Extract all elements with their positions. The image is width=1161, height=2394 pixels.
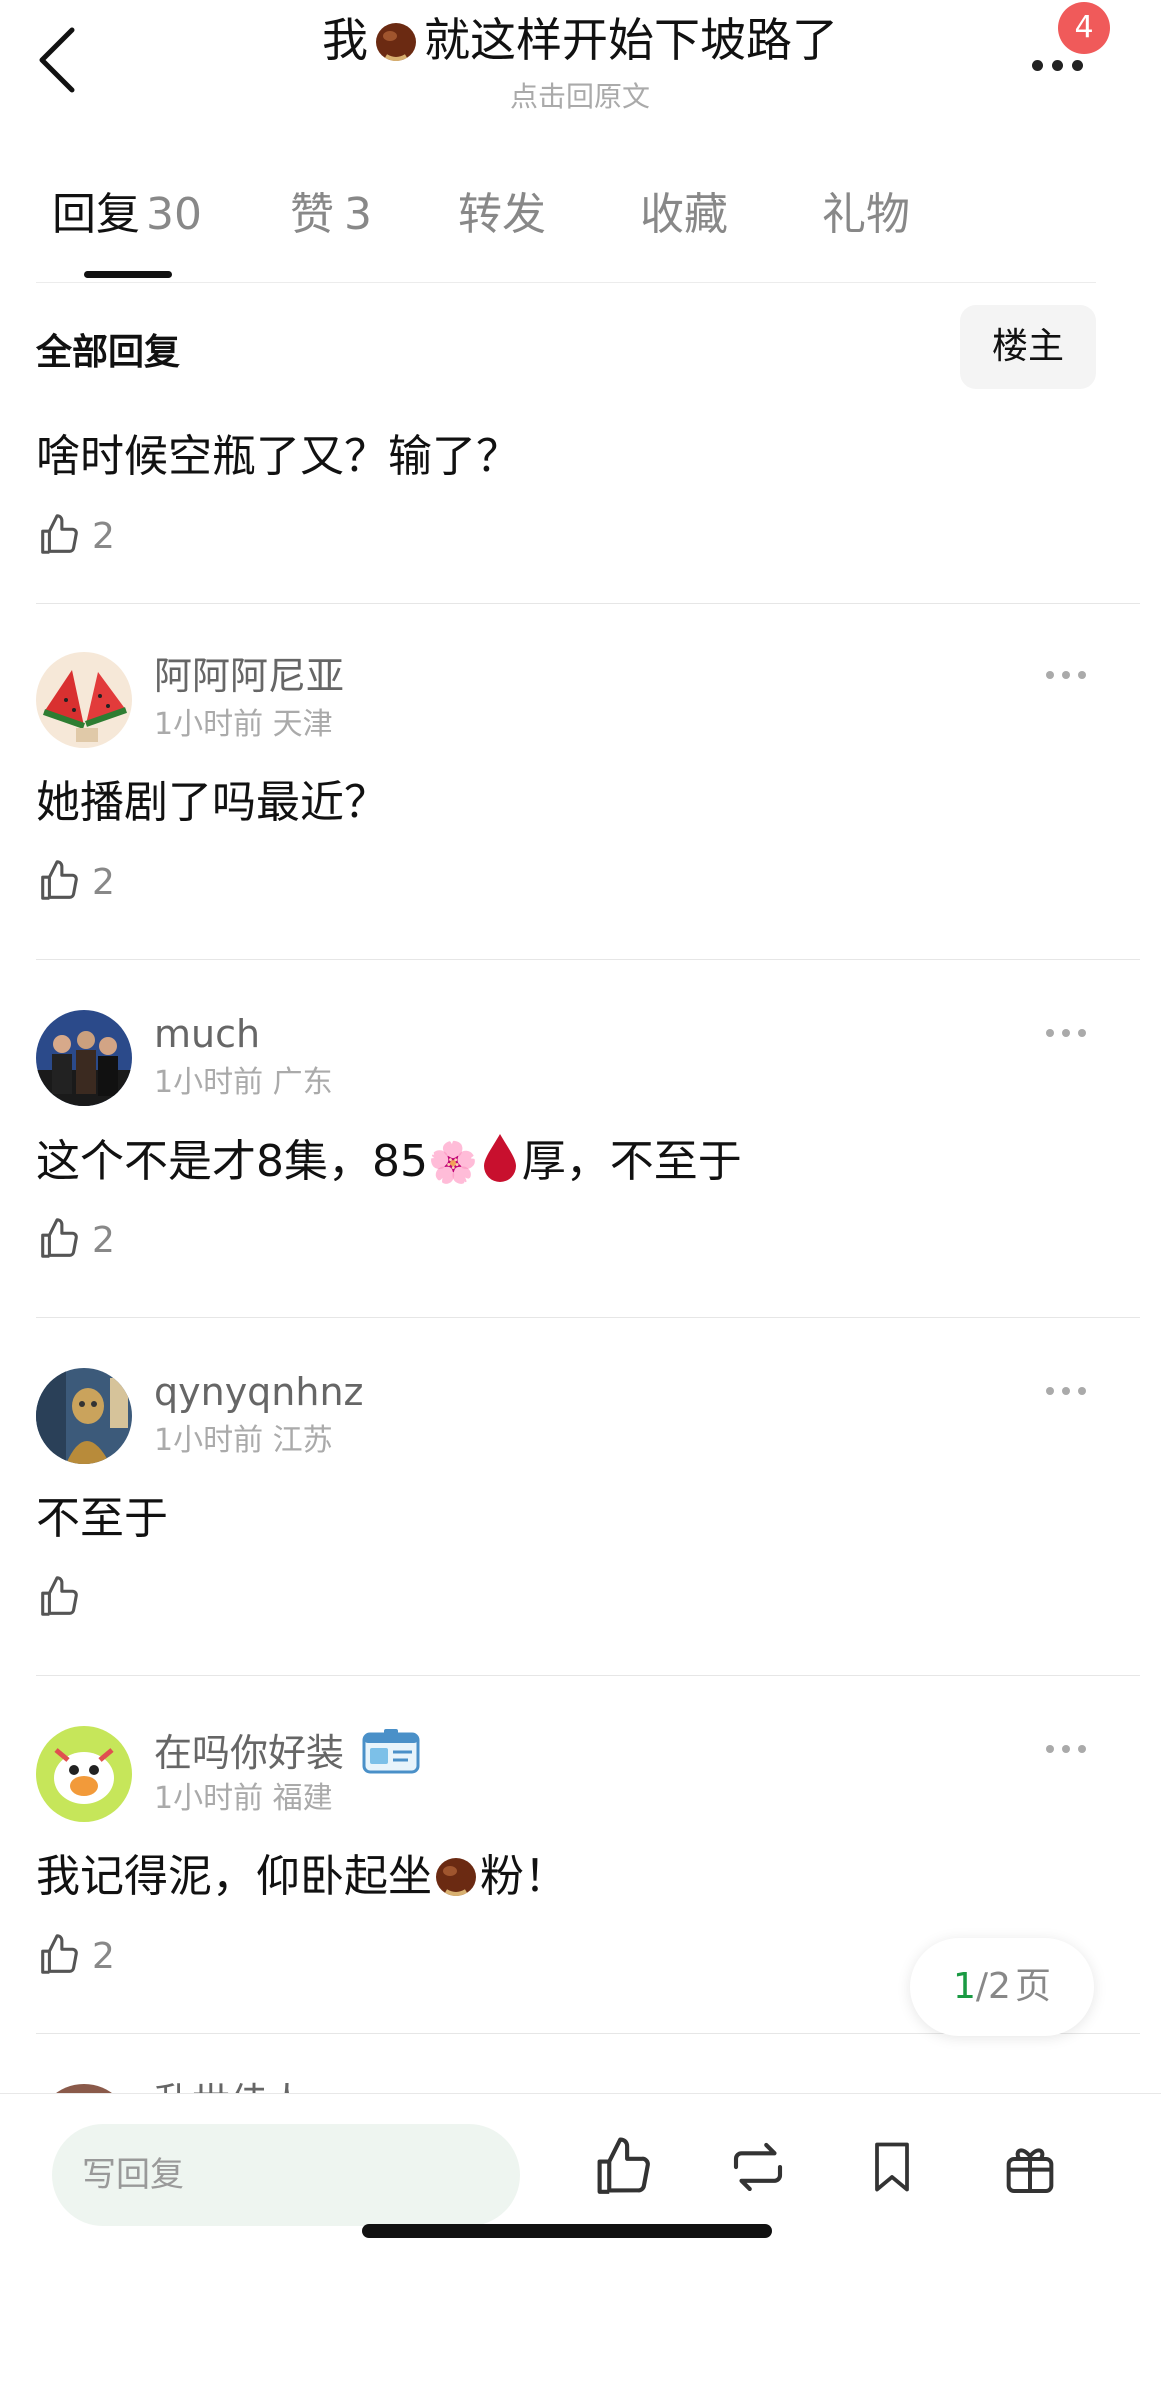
cartoon-avatar-icon (36, 1726, 132, 1822)
comment-meta: 1小时前 天津 (154, 707, 333, 742)
tab-replies[interactable]: 回复 30 (52, 185, 202, 245)
tab-favorites[interactable]: 收藏 (640, 185, 728, 245)
repost-button[interactable] (724, 2134, 794, 2214)
comment-divider (36, 1675, 1140, 1676)
notification-badge: 4 (1058, 2, 1110, 54)
like-count: 2 (92, 862, 115, 903)
comment-more-button[interactable] (1046, 664, 1106, 694)
like-button[interactable]: 2 (36, 1932, 115, 1982)
comment-meta: 1小时前 广东 (154, 1065, 333, 1100)
reply-input[interactable] (52, 2124, 520, 2226)
thumbs-up-icon (41, 1576, 78, 1616)
back-button[interactable] (28, 22, 88, 94)
cherry-blossom-icon: 🌸 (427, 1140, 478, 1186)
comment-text: 不至于 (36, 1493, 168, 1544)
group-photo-avatar-icon (36, 1010, 132, 1106)
thumbs-up-icon (41, 1934, 78, 1974)
tab-likes[interactable]: 赞3 (290, 185, 372, 245)
tab-reposts[interactable]: 转发 (458, 185, 546, 245)
comment-meta: 1小时前 福建 (154, 1781, 333, 1816)
like-button[interactable] (36, 1574, 82, 1624)
like-count: 2 (92, 516, 115, 557)
comment-text: 这个不是才8集，85🌸 厚，不至于 (36, 1134, 742, 1187)
like-button[interactable]: 2 (36, 1216, 115, 1266)
like-button[interactable]: 2 (36, 512, 115, 562)
like-count: 2 (92, 1220, 115, 1261)
chestnut-icon (432, 1851, 480, 1902)
repost-icon (733, 2142, 783, 2192)
back-to-original-link[interactable]: 点击回原文 (200, 80, 960, 114)
comment-more-button[interactable] (1046, 1380, 1106, 1410)
like-button[interactable]: 2 (36, 858, 115, 908)
post-title-area[interactable]: 我就这样开始下坡路了 点击回原文 (200, 10, 960, 114)
divider (36, 282, 1096, 283)
back-icon (39, 27, 75, 93)
blood-drop-icon (478, 1134, 522, 1186)
comment-text: 啥时候空瓶了又？输了？ (36, 431, 520, 482)
comment-text: 她播剧了吗最近？ (36, 777, 388, 828)
home-indicator (362, 2224, 772, 2238)
comment-meta: 1小时前 江苏 (154, 1423, 333, 1458)
comment-text: 我记得泥，仰卧起坐 粉！ (36, 1851, 568, 1902)
username[interactable]: qynyqnhnz (154, 1370, 364, 1414)
avatar[interactable] (36, 652, 132, 748)
more-icon (1032, 56, 1092, 75)
post-title: 我就这样开始下坡路了 (200, 10, 960, 78)
gift-button[interactable] (998, 2134, 1068, 2214)
tab-gifts[interactable]: 礼物 (822, 185, 910, 245)
comment-divider (36, 603, 1140, 604)
chestnut-icon (372, 16, 420, 78)
bookmark-icon (875, 2142, 909, 2192)
username[interactable]: much (154, 1012, 260, 1056)
comment-divider (36, 959, 1140, 960)
thumbs-up-icon (41, 514, 78, 554)
all-replies-label: 全部回复 (36, 332, 181, 373)
active-tab-indicator (84, 271, 172, 278)
painting-avatar-icon (36, 1368, 132, 1464)
bottom-action-bar (0, 2093, 1161, 2394)
avatar[interactable] (36, 1368, 132, 1464)
id-card-badge-icon (356, 1729, 420, 1775)
header: 我就这样开始下坡路了 点击回原文 4 (0, 0, 1161, 113)
like-post-button[interactable] (590, 2134, 660, 2214)
thumbs-up-icon (41, 1218, 78, 1258)
bookmark-button[interactable] (862, 2134, 932, 2214)
comment-more-button[interactable] (1046, 1022, 1106, 1052)
reply-filter-row: 全部回复 楼主 (36, 305, 1096, 391)
comment-more-button[interactable] (1046, 1738, 1106, 1768)
thumbs-up-icon (597, 2137, 650, 2194)
username[interactable]: 阿阿阿尼亚 (154, 654, 344, 698)
avatar[interactable] (36, 1010, 132, 1106)
comment-divider (36, 1317, 1140, 1318)
username[interactable]: 在吗你好装 (154, 1728, 420, 1775)
owner-only-button[interactable]: 楼主 (960, 305, 1096, 389)
avatar[interactable] (36, 1726, 132, 1822)
watermelon-avatar-icon (36, 652, 132, 748)
thumbs-up-icon (41, 860, 78, 900)
gift-icon (1006, 2148, 1054, 2193)
page-indicator[interactable]: 1/2 页 (910, 1938, 1094, 2036)
tab-bar: 回复 30 赞3 转发 收藏 礼物 (36, 185, 1116, 285)
like-count: 2 (92, 1936, 115, 1977)
